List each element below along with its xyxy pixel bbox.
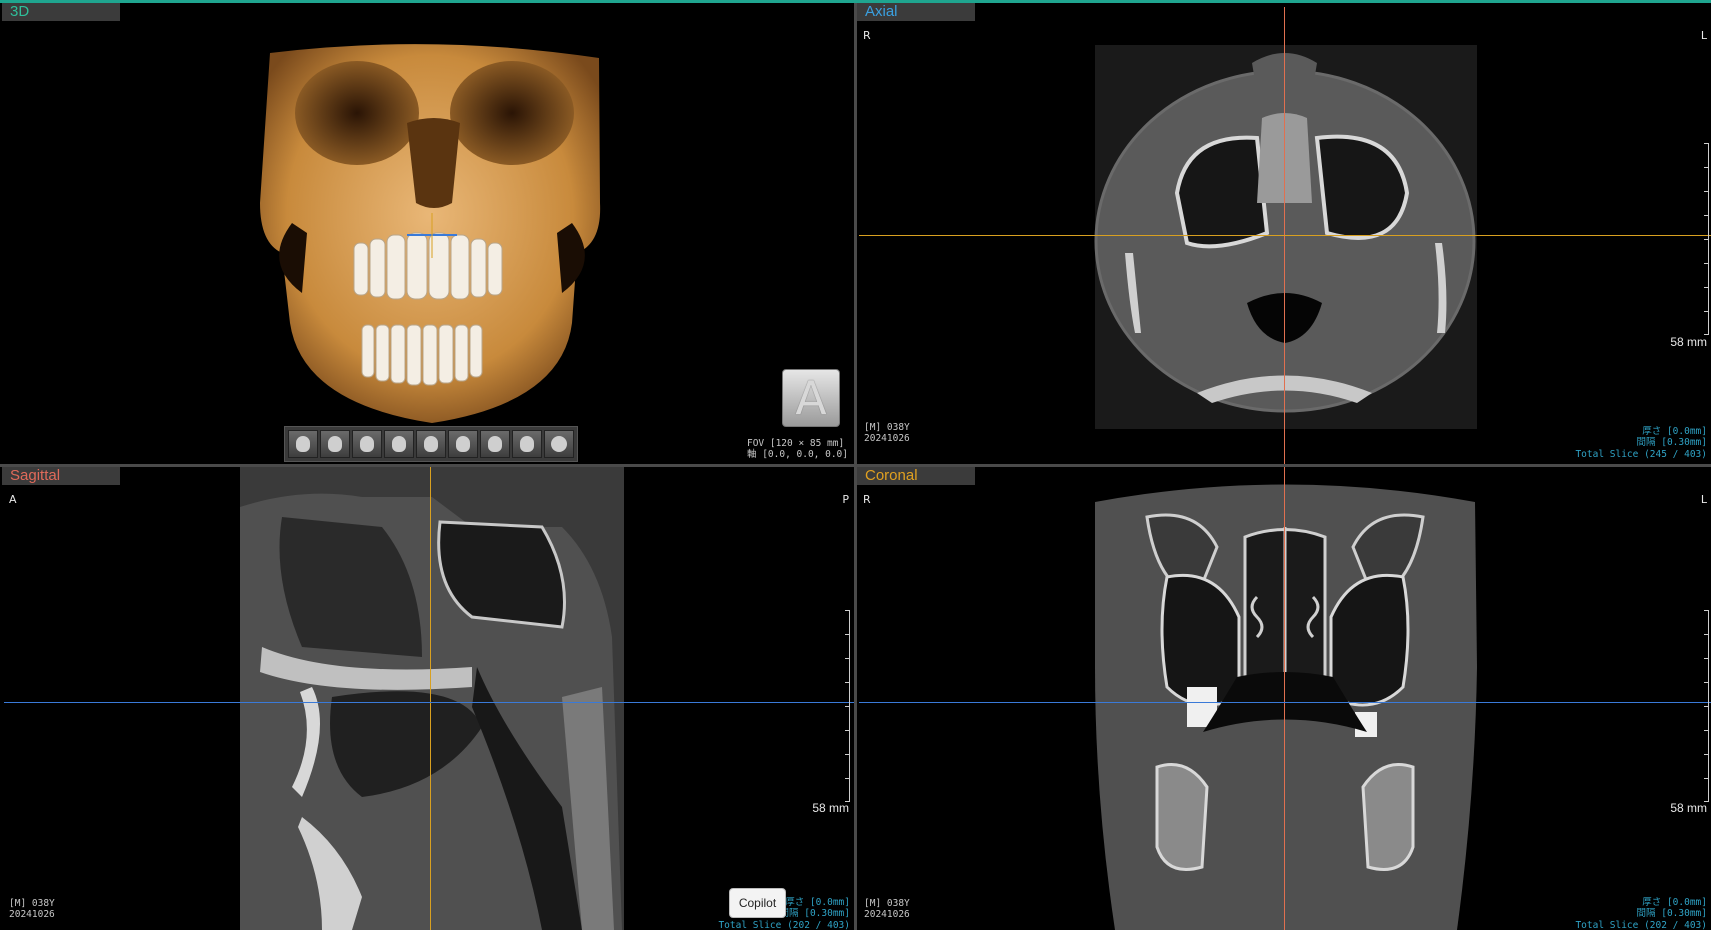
view-right-icon[interactable] [320,430,350,458]
view-oblique-right-icon[interactable] [384,430,414,458]
scale-label: 58 mm [812,801,849,815]
scale-bar [1702,610,1709,802]
fov-line: FOV [120 × 85 mm] [746,438,845,449]
crosshair-horizontal[interactable] [859,235,1711,236]
scale-label: 58 mm [1670,335,1707,349]
total-slice: Total Slice (202 / 403) [1575,919,1707,930]
view-bottom-icon[interactable] [512,430,542,458]
fov-info: FOV [120 × 85 mm] 軸 [0.0, 0.0, 0.0] [747,438,848,460]
patient-info: [M] 038Y 20241026 [864,422,910,444]
scale-bar [843,610,850,802]
axis-line: 軸 [0.0, 0.0, 0.0] [746,449,848,460]
patient-id: [M] 038Y [864,898,910,909]
pane-3d[interactable]: 3D A FOV [120 × 85 mm] 軸 [0.0, 0.0, 0.0] [2,3,854,464]
slice-info: 厚さ [0.0mm] 間隔 [0.30mm] Total Slice (245 … [1575,426,1707,461]
study-date: 20241026 [864,433,910,444]
view-back-icon[interactable] [448,430,478,458]
sagittal-ct-slice[interactable] [2,467,854,930]
scale-label: 58 mm [1670,801,1707,815]
orientation-cube[interactable]: A [782,369,840,427]
skull-3d-render[interactable] [2,3,854,464]
view-left-icon[interactable] [352,430,382,458]
scale-bar [1702,143,1709,335]
slice-thickness: 厚さ [0.0mm] [1642,896,1707,908]
view-top-icon[interactable] [480,430,510,458]
rotate-icon[interactable] [544,430,574,458]
pane-coronal[interactable]: Coronal R L 58 mm [M] 038Y 20241026 厚さ [… [857,467,1711,930]
pane-sagittal[interactable]: Sagittal A P 58 mm [M] 038Y 20241026 厚さ … [2,467,854,930]
patient-info: [M] 038Y 20241026 [9,898,55,920]
crosshair-vertical[interactable] [430,467,431,930]
slice-interval: 間隔 [0.30mm] [1636,437,1707,448]
crosshair-vertical[interactable] [1284,467,1285,930]
total-slice: Total Slice (245 / 403) [1575,448,1707,460]
copilot-tooltip[interactable]: Copilot [729,888,786,918]
view-preset-toolbar [284,426,578,462]
slice-info: 厚さ [0.0mm] 間隔 [0.30mm] Total Slice (202 … [1575,897,1707,930]
view-oblique-left-icon[interactable] [416,430,446,458]
study-date: 20241026 [9,909,55,920]
patient-info: [M] 038Y 20241026 [864,898,910,920]
slice-interval: 間隔 [0.30mm] [1636,908,1707,919]
total-slice: Total Slice (202 / 403) [718,919,850,930]
study-date: 20241026 [864,909,910,920]
crosshair-horizontal[interactable] [859,702,1711,703]
patient-id: [M] 038Y [864,422,910,433]
view-front-icon[interactable] [288,430,318,458]
patient-id: [M] 038Y [9,898,55,909]
crosshair-horizontal[interactable] [4,702,854,703]
pane-axial[interactable]: Axial R L 58 mm [M] 038Y 20241026 厚さ [0.… [857,3,1711,464]
slice-thickness: 厚さ [0.0mm] [1642,425,1707,437]
